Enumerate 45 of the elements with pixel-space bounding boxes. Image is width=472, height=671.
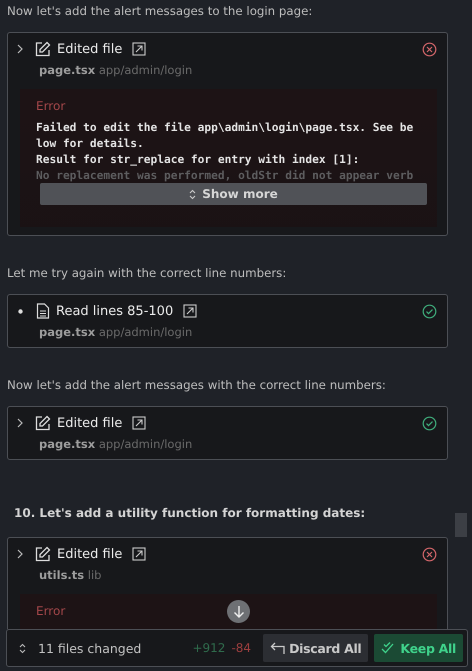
open-external-icon[interactable] xyxy=(132,42,146,56)
error-label: Error xyxy=(36,604,66,618)
error-line: Failed to edit the file app\admin\login\page.tsx. See be xyxy=(36,120,414,136)
show-more-button[interactable]: Show more xyxy=(40,183,427,205)
error-label: Error xyxy=(36,99,66,113)
document-icon xyxy=(36,303,50,319)
files-changed-text: 11 files changed xyxy=(38,640,142,656)
lines-removed: -84 xyxy=(231,641,252,655)
chevron-right-icon[interactable] xyxy=(16,44,24,54)
open-external-icon[interactable] xyxy=(132,547,146,561)
expand-icon[interactable] xyxy=(19,642,26,654)
undo-icon xyxy=(270,641,286,655)
error-line: No replacement was performed, oldStr did not appear verb xyxy=(36,168,414,184)
chevron-right-icon[interactable] xyxy=(16,418,24,428)
tool-title: Edited file xyxy=(57,546,122,562)
message-text: Now let's add the alert messages with the correct line numbers: xyxy=(7,377,387,393)
tool-title: Edited file xyxy=(57,42,122,56)
open-external-icon[interactable] xyxy=(183,304,198,318)
tool-title: Edited file xyxy=(57,416,122,430)
edit-icon xyxy=(34,546,51,562)
file-name[interactable]: page.tsx xyxy=(39,325,96,339)
bullet-icon xyxy=(18,308,23,314)
chevron-right-icon[interactable] xyxy=(16,549,24,559)
lines-added: +912 xyxy=(192,641,226,655)
discard-all-button[interactable]: Discard All xyxy=(263,634,368,662)
file-name[interactable]: page.tsx xyxy=(39,63,96,77)
expand-icon xyxy=(189,188,196,200)
file-path: lib xyxy=(88,568,102,582)
scrollbar-thumb[interactable] xyxy=(455,513,467,537)
tool-title: Read lines 85-100 xyxy=(56,304,174,318)
edit-icon xyxy=(34,40,51,58)
file-name[interactable]: page.tsx xyxy=(39,437,96,451)
step-heading: 10. Let's add a utility function for formatting dates: xyxy=(14,505,366,521)
message-text: Now let's add the alert messages to the login page: xyxy=(7,3,314,19)
keep-all-button[interactable]: Keep All xyxy=(374,634,463,662)
edit-icon xyxy=(34,414,51,432)
message-text: Let me try again with the correct line numbers: xyxy=(7,265,288,281)
arrow-down-icon xyxy=(232,605,244,618)
file-path: app/admin/login xyxy=(98,437,192,451)
file-path: app/admin/login xyxy=(98,63,192,77)
file-name[interactable]: utils.ts xyxy=(39,568,84,582)
open-external-icon[interactable] xyxy=(132,416,146,430)
file-path: app/admin/login xyxy=(98,325,192,339)
error-line: low for details. xyxy=(36,136,145,152)
error-line: Result for str_replace for entry with index [1]: xyxy=(36,152,360,168)
